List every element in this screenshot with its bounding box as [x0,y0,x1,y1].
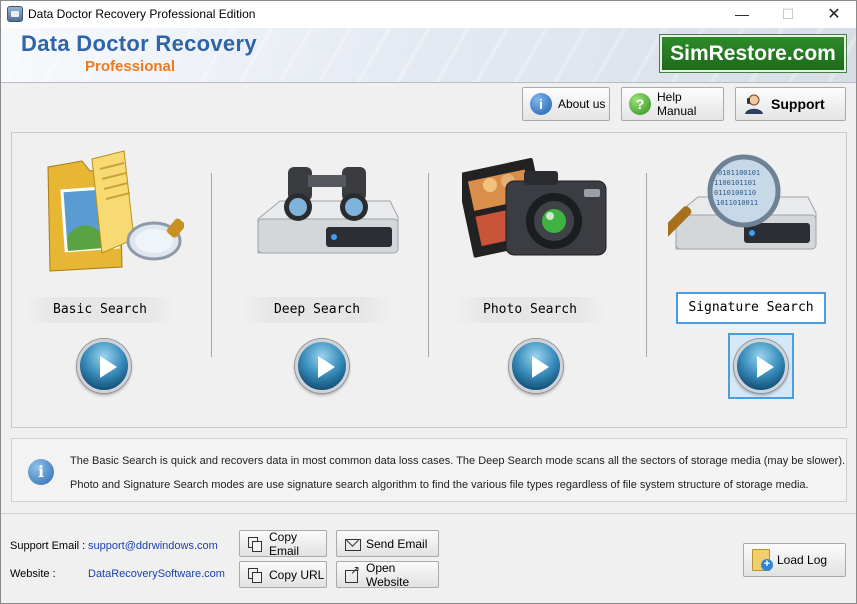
website-label: Website : [10,568,56,580]
copy-email-button[interactable]: Copy Email [239,529,327,558]
deep-search-label[interactable]: Deep Search [242,297,392,323]
header-banner: Data Doctor Recovery Professional SimRes… [1,28,856,83]
send-email-label: Send Email [366,536,428,551]
signature-search-start-button[interactable] [734,339,788,393]
help-manual-label: Help Manual [657,90,697,118]
copy-icon [248,536,262,552]
copy-email-label: Copy Email [269,529,300,558]
product-name: Data Doctor Recovery [21,31,257,56]
about-us-label: About us [558,97,606,111]
photo-search-start-button[interactable] [509,339,563,393]
window-title: Data Doctor Recovery Professional Editio… [28,7,256,21]
help-manual-button[interactable]: ? Help Manual [621,87,724,121]
open-website-button[interactable]: Open Website [336,560,439,589]
question-icon: ? [629,93,651,115]
folder-magnifier-icon [42,149,186,278]
load-log-button[interactable]: Load Log [743,543,846,577]
support-email-label: Support Email : [10,540,86,552]
svg-text:1100101101: 1100101101 [714,179,756,187]
minimize-button[interactable]: — [719,1,765,28]
info-text-line-2: Photo and Signature Search modes are use… [70,479,809,491]
separator [646,173,647,357]
support-label: Support [771,96,825,112]
close-button[interactable]: ✕ [811,1,857,28]
search-modes-panel: Basic Search Deep Search Photo Search 01… [11,132,847,428]
load-log-label: Load Log [777,553,828,567]
basic-search-label[interactable]: Basic Search [25,297,175,323]
external-link-icon [345,563,360,583]
support-button[interactable]: Support [735,87,846,121]
open-website-label: Open Website [366,560,410,589]
binoculars-drive-icon [250,161,402,266]
brand-logo[interactable]: SimRestore.com [660,35,846,72]
main-window: Data Doctor Recovery Professional Editio… [0,0,857,604]
svg-text:0110100110: 0110100110 [714,189,756,197]
send-email-button[interactable]: Send Email [336,530,439,557]
photo-search-label[interactable]: Photo Search [455,297,605,323]
app-icon [7,6,23,22]
info-icon: i [28,459,54,485]
info-text-line-1: The Basic Search is quick and recovers d… [70,455,846,467]
log-file-icon [752,549,773,571]
copy-icon [248,567,262,583]
binary-magnifier-drive-icon: 0101100101 1100101101 0110100110 1011010… [659,153,820,270]
separator [211,173,212,357]
separator [428,173,429,357]
product-edition: Professional [85,58,176,75]
about-us-button[interactable]: i About us [522,87,610,121]
camera-filmstrip-icon [456,155,612,272]
basic-search-start-button[interactable] [77,339,131,393]
support-email-link[interactable]: support@ddrwindows.com [88,540,218,552]
maximize-button[interactable]: ☐ [765,1,811,28]
footer-divider [1,513,856,514]
support-person-icon [743,93,765,115]
deep-search-start-button[interactable] [295,339,349,393]
info-icon: i [530,93,552,115]
copy-url-button[interactable]: Copy URL [239,561,327,588]
envelope-icon [345,537,361,551]
svg-text:1011010011: 1011010011 [716,199,758,207]
title-bar: Data Doctor Recovery Professional Editio… [1,1,856,28]
website-link[interactable]: DataRecoverySoftware.com [88,568,225,580]
info-box: i The Basic Search is quick and recovers… [11,438,847,502]
svg-text:0101100101: 0101100101 [718,169,760,177]
signature-search-label[interactable]: Signature Search [676,292,826,324]
copy-url-label: Copy URL [269,567,325,582]
